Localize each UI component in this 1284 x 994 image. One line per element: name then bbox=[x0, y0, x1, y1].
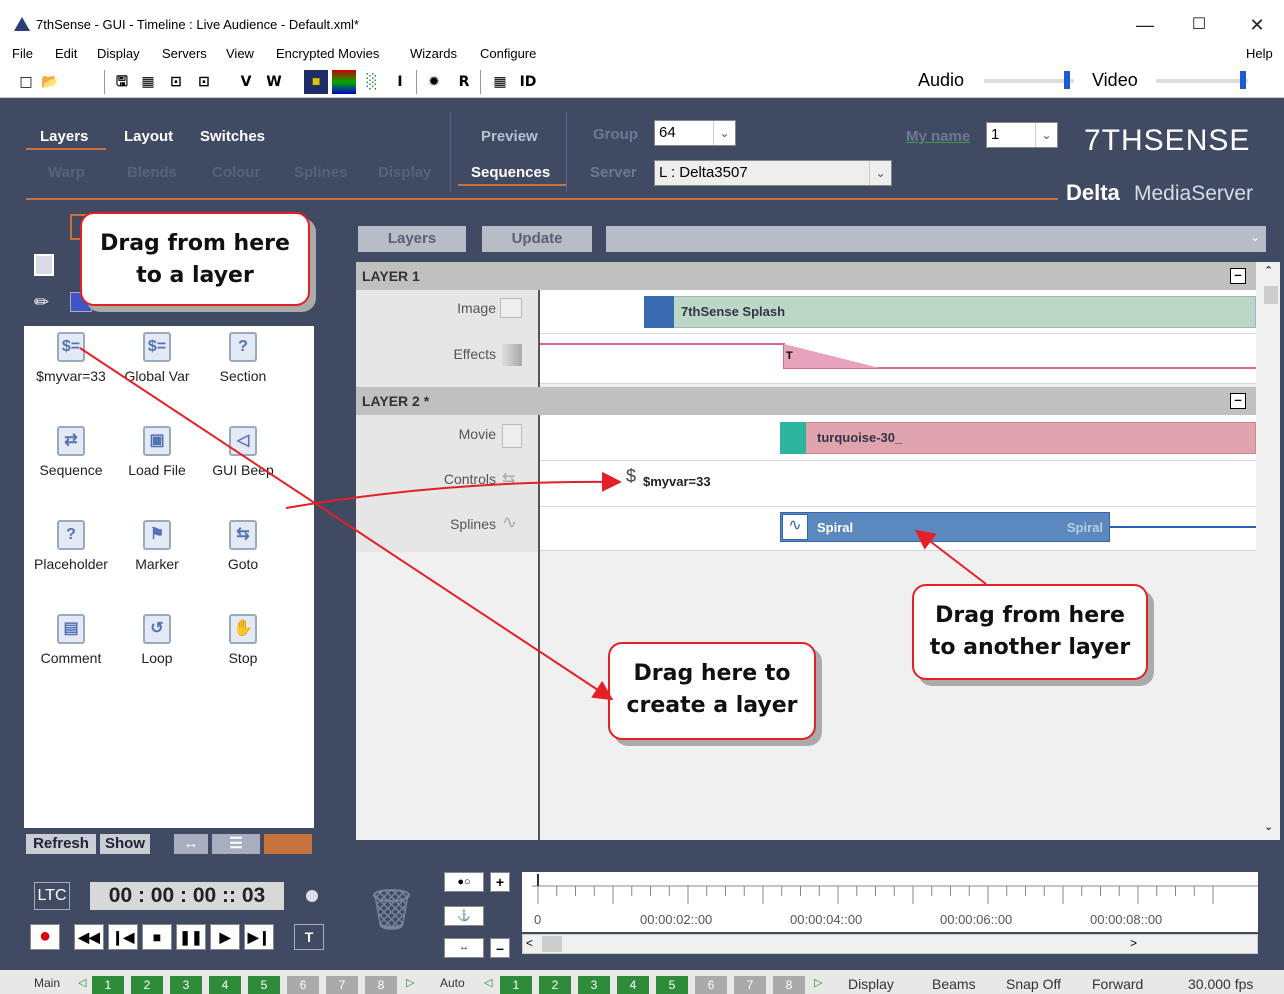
switch-number[interactable]: 6 bbox=[695, 976, 727, 994]
scroll-left-icon[interactable]: < bbox=[526, 936, 533, 950]
timeline-lock-icon[interactable]: T bbox=[294, 924, 324, 950]
switch-number[interactable]: 7 bbox=[326, 976, 358, 994]
switch-number[interactable]: 8 bbox=[365, 976, 397, 994]
rewind-button[interactable]: ◀◀ bbox=[74, 924, 104, 950]
anchor-icon[interactable]: ⚓ bbox=[444, 906, 484, 926]
switch-number[interactable]: 1 bbox=[500, 976, 532, 994]
trash-icon[interactable]: 🗑 bbox=[366, 886, 417, 936]
switch-number[interactable]: 4 bbox=[209, 976, 241, 994]
scroll-right-icon[interactable]: > bbox=[1130, 936, 1137, 950]
sync-status-icon bbox=[306, 890, 318, 902]
status-direction[interactable]: Forward bbox=[1092, 976, 1143, 992]
status-display[interactable]: Display bbox=[848, 976, 894, 992]
switch-number[interactable]: 5 bbox=[656, 976, 688, 994]
step-forward-button[interactable]: ▶❙ bbox=[244, 924, 274, 950]
timecode-display: 00 : 00 : 00 :: 03 bbox=[90, 882, 284, 910]
annotation-arrows bbox=[79, 347, 987, 701]
record-mode-icon[interactable]: ●○ bbox=[444, 872, 484, 892]
main-label: Main bbox=[34, 976, 61, 990]
ltc-label[interactable]: LTC bbox=[34, 882, 70, 910]
ruler-label: 0 bbox=[534, 912, 542, 927]
switch-number[interactable]: 4 bbox=[617, 976, 649, 994]
next-arrow-icon[interactable]: ▷ bbox=[814, 976, 822, 989]
status-beams[interactable]: Beams bbox=[932, 976, 976, 992]
switch-number[interactable]: 7 bbox=[734, 976, 766, 994]
switch-number[interactable]: 3 bbox=[170, 976, 202, 994]
switch-number[interactable]: 6 bbox=[287, 976, 319, 994]
horizontal-scrollbar[interactable] bbox=[522, 934, 1258, 954]
ruler-label: 00:00:08::00 bbox=[1090, 912, 1163, 927]
switch-number[interactable]: 2 bbox=[131, 976, 163, 994]
prev-arrow-icon[interactable]: ◁ bbox=[484, 976, 492, 989]
pause-button[interactable]: ❚❚ bbox=[176, 924, 206, 950]
record-button[interactable]: ● bbox=[30, 924, 60, 950]
auto-label: Auto bbox=[440, 976, 465, 990]
switch-number[interactable]: 5 bbox=[248, 976, 280, 994]
next-arrow-icon[interactable]: ▷ bbox=[406, 976, 414, 989]
switch-number[interactable]: 3 bbox=[578, 976, 610, 994]
play-button[interactable]: ▶ bbox=[210, 924, 240, 950]
stop-button[interactable]: ■ bbox=[142, 924, 172, 950]
add-layer-button[interactable]: + bbox=[490, 872, 510, 892]
ruler-label: 00:00:06::00 bbox=[940, 912, 1013, 927]
switch-number[interactable]: 1 bbox=[92, 976, 124, 994]
status-snap[interactable]: Snap Off bbox=[1006, 976, 1061, 992]
remove-layer-button[interactable]: – bbox=[490, 938, 510, 958]
prev-arrow-icon[interactable]: ◁ bbox=[78, 976, 86, 989]
zoom-fit-icon[interactable]: ↔ bbox=[444, 938, 484, 958]
h-scroll-thumb[interactable] bbox=[542, 936, 562, 952]
switch-number[interactable]: 2 bbox=[539, 976, 571, 994]
status-fps: 30.000 fps bbox=[1188, 976, 1254, 992]
ruler-ticks bbox=[532, 874, 1258, 904]
step-back-button[interactable]: ❙◀ bbox=[108, 924, 138, 950]
ruler-label: 00:00:02::00 bbox=[640, 912, 713, 927]
ruler-label: 00:00:04::00 bbox=[790, 912, 863, 927]
switch-number[interactable]: 8 bbox=[773, 976, 805, 994]
